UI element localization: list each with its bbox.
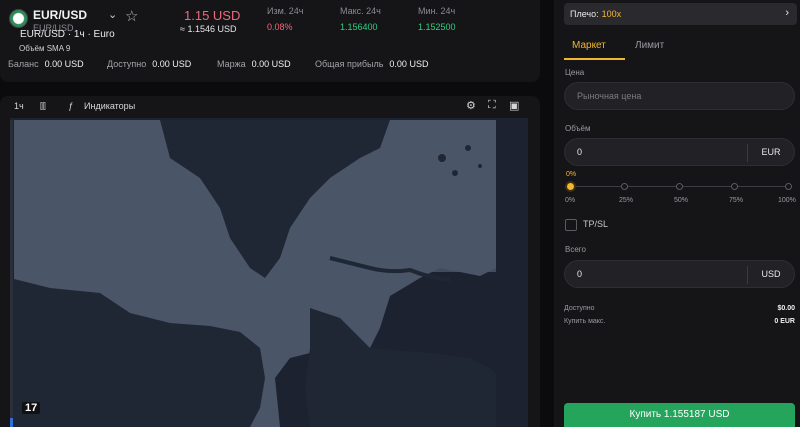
max-buy-row: Купить макс. 0 EUR	[564, 318, 795, 325]
low-24h-label: Мин. 24ч	[418, 6, 456, 16]
margin-stat: Маржа 0.00 USD	[217, 59, 291, 69]
slider-mark-25[interactable]	[621, 183, 628, 190]
ticker-panel: EUR/USD EUR/USD ⌄ ☆ 1.15 USD ≈ 1.1546 US…	[0, 0, 540, 82]
slider-label-100: 100%	[778, 197, 796, 204]
buy-button[interactable]: Купить 1.155187 USD	[564, 403, 795, 427]
available-label: Доступно	[107, 59, 147, 69]
chart-left-strip	[10, 120, 13, 427]
balance-label: Баланс	[8, 59, 39, 69]
candles-icon[interactable]: ⫿⫿	[40, 101, 46, 112]
pair-dropdown-chevron-icon[interactable]: ⌄	[108, 8, 117, 21]
price-field-label: Цена	[565, 68, 585, 77]
slider-mark-100[interactable]	[785, 183, 792, 190]
leverage-selector[interactable]: Плечо: 100x ›	[564, 3, 797, 25]
order-available-label: Доступно	[564, 305, 595, 312]
fullscreen-icon[interactable]: ⛶	[488, 99, 496, 112]
settings-gear-icon[interactable]: ⚙	[466, 99, 476, 112]
volume-slider-handle[interactable]	[565, 181, 576, 192]
tab-market[interactable]: Маркет	[572, 40, 606, 51]
tab-limit[interactable]: Лимит	[635, 40, 664, 51]
leverage-label: Плечо:	[570, 9, 599, 19]
available-value: 0.00 USD	[152, 59, 192, 69]
high-24h-value: 1.156400	[340, 22, 378, 32]
change-24h-label: Изм. 24ч	[267, 6, 304, 16]
total-field[interactable]: USD	[564, 260, 795, 288]
chart-canvas[interactable]	[10, 118, 528, 427]
tradingview-logo-icon[interactable]: 17	[22, 402, 41, 414]
active-tab-indicator	[564, 58, 625, 60]
high-24h-label: Макс. 24ч	[340, 6, 381, 16]
slider-current-value: 0%	[566, 171, 577, 178]
volume-input[interactable]	[577, 147, 747, 157]
balance-value: 0.00 USD	[44, 59, 84, 69]
leverage-text: Плечо: 100x	[570, 9, 621, 19]
profit-value: 0.00 USD	[389, 59, 429, 69]
last-price: 1.15 USD	[184, 8, 241, 23]
low-24h-value: 1.152500	[418, 22, 456, 32]
screenshot-camera-icon[interactable]: ▣	[509, 99, 519, 112]
price-approx: ≈ 1.1546 USD	[180, 24, 237, 34]
margin-value: 0.00 USD	[251, 59, 291, 69]
chevron-right-icon: ›	[785, 7, 789, 19]
pair-name[interactable]: EUR/USD	[33, 8, 87, 22]
available-stat: Доступно 0.00 USD	[107, 59, 191, 69]
volume-field[interactable]: EUR	[564, 138, 795, 166]
slider-mark-50[interactable]	[676, 183, 683, 190]
chart-left-strip-marker	[10, 418, 13, 427]
tpsl-label[interactable]: TP/SL	[583, 219, 608, 229]
order-panel	[554, 0, 800, 427]
profit-label: Общая прибыль	[315, 59, 384, 69]
slider-label-75: 75%	[729, 197, 744, 204]
indicators-button[interactable]: Индикаторы	[84, 101, 135, 111]
profit-stat: Общая прибыль 0.00 USD	[315, 59, 428, 69]
margin-label: Маржа	[217, 59, 246, 69]
favorite-star-icon[interactable]: ☆	[125, 9, 138, 24]
order-available-value: $0.00	[777, 305, 795, 312]
slider-label-25: 25%	[619, 197, 634, 204]
change-24h-value: 0.08%	[267, 22, 293, 32]
volume-field-label: Объём	[565, 124, 591, 133]
total-input[interactable]	[577, 269, 747, 279]
tpsl-checkbox[interactable]	[565, 219, 577, 231]
max-buy-value: 0 EUR	[774, 318, 795, 325]
interval-button[interactable]: 1ч	[14, 101, 24, 111]
balance-stat: Баланс 0.00 USD	[8, 59, 84, 69]
price-field[interactable]	[564, 82, 795, 110]
world-map-background	[10, 118, 528, 427]
volume-unit[interactable]: EUR	[748, 147, 794, 157]
slider-label-50: 50%	[674, 197, 689, 204]
slider-label-0: 0%	[565, 197, 576, 204]
available-row: Доступно $0.00	[564, 305, 795, 312]
indicators-fx-icon[interactable]: ƒ	[68, 101, 73, 111]
chart-panel: 1ч ⫿⫿ ƒ Индикаторы ⚙ ⛶ ▣	[0, 96, 540, 427]
trading-app: EUR/USD EUR/USD ⌄ ☆ 1.15 USD ≈ 1.1546 US…	[0, 0, 800, 427]
total-unit[interactable]: USD	[748, 269, 794, 279]
slider-mark-75[interactable]	[731, 183, 738, 190]
pair-flag-icon	[9, 9, 28, 28]
total-field-label: Всего	[565, 245, 586, 254]
chart-toolbar: 1ч ⫿⫿ ƒ Индикаторы ⚙ ⛶ ▣	[0, 96, 540, 118]
chart-legend-volume[interactable]: Объём SMA 9	[19, 44, 70, 53]
leverage-value: 100x	[601, 9, 622, 19]
price-input[interactable]	[577, 91, 747, 101]
max-buy-label: Купить макс.	[564, 318, 606, 325]
chart-legend-symbol[interactable]: EUR/USD · 1ч · Euro	[20, 29, 115, 40]
